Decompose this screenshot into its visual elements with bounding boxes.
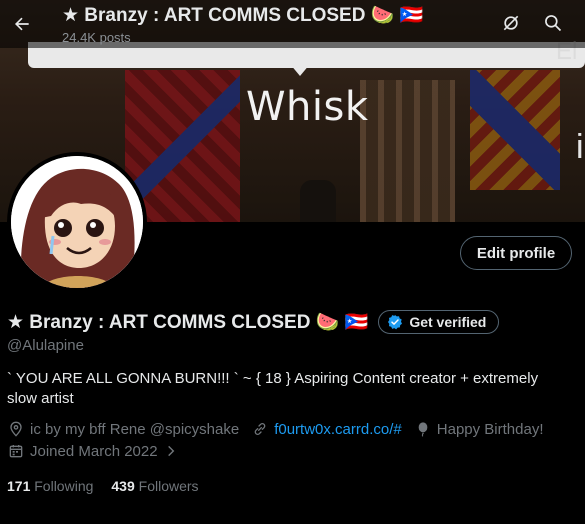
profile-website-link[interactable]: f0urtw0x.carrd.co/# [274, 421, 402, 438]
get-verified-label: Get verified [409, 314, 487, 330]
profile-name: ★ Branzy : ART COMMS CLOSED 🍉 🇵🇷 [7, 312, 369, 333]
followers-label: Followers [138, 478, 199, 494]
avatar[interactable] [7, 152, 147, 292]
profile-joined-row[interactable]: Joined March 2022 [7, 442, 185, 460]
banner-decoration [360, 80, 455, 222]
location-icon [7, 420, 25, 438]
search-button[interactable] [536, 6, 570, 40]
banner-decoration [300, 180, 336, 222]
balloon-icon [414, 420, 432, 438]
profile-bio: ` YOU ARE ALL GONNA BURN!!! ` ~ { 18 } A… [7, 370, 539, 407]
profile-handle: @Alulapine [7, 337, 84, 354]
search-icon [545, 15, 562, 32]
edit-profile-button[interactable]: Edit profile [460, 236, 572, 270]
back-button[interactable] [6, 8, 38, 40]
following-link[interactable]: 171 Following [7, 478, 93, 494]
followers-link[interactable]: 439 Followers [111, 478, 198, 494]
top-bar: ★ Branzy : ART COMMS CLOSED 🍉 🇵🇷 24.4K p… [0, 0, 585, 48]
chevron-right-icon [162, 442, 180, 460]
avatar-illustration [11, 156, 143, 288]
follow-stats: 171 Following 439 Followers [7, 478, 199, 494]
following-count: 171 [7, 478, 31, 494]
verified-badge-icon [388, 315, 403, 330]
banner-caption: Whisk [246, 84, 369, 130]
arrow-left-icon [14, 17, 29, 31]
banner-decoration [290, 64, 310, 76]
link-icon [251, 420, 269, 438]
banner-corner-text: i [576, 128, 584, 166]
grok-icon [503, 15, 519, 31]
profile-meta-row: ic by my bff Rene @spicyshake f0urtw0x.c… [7, 420, 544, 438]
profile-joined: Joined March 2022 [30, 442, 158, 460]
profile-birthday: Happy Birthday! [436, 420, 544, 438]
page-title: ★ Branzy : ART COMMS CLOSED 🍉 🇵🇷 [62, 5, 424, 26]
calendar-icon [7, 442, 25, 460]
following-label: Following [34, 478, 94, 494]
banner-decoration [470, 70, 560, 190]
followers-count: 439 [111, 478, 135, 494]
get-verified-button[interactable]: Get verified [378, 310, 500, 334]
profile-location: ic by my bff Rene @spicyshake [30, 420, 240, 438]
post-count: 24.4K posts [62, 30, 131, 45]
avatar-image [11, 156, 143, 288]
grok-button[interactable] [494, 6, 528, 40]
profile-name-row: ★ Branzy : ART COMMS CLOSED 🍉 🇵🇷 Get ver… [7, 310, 500, 334]
